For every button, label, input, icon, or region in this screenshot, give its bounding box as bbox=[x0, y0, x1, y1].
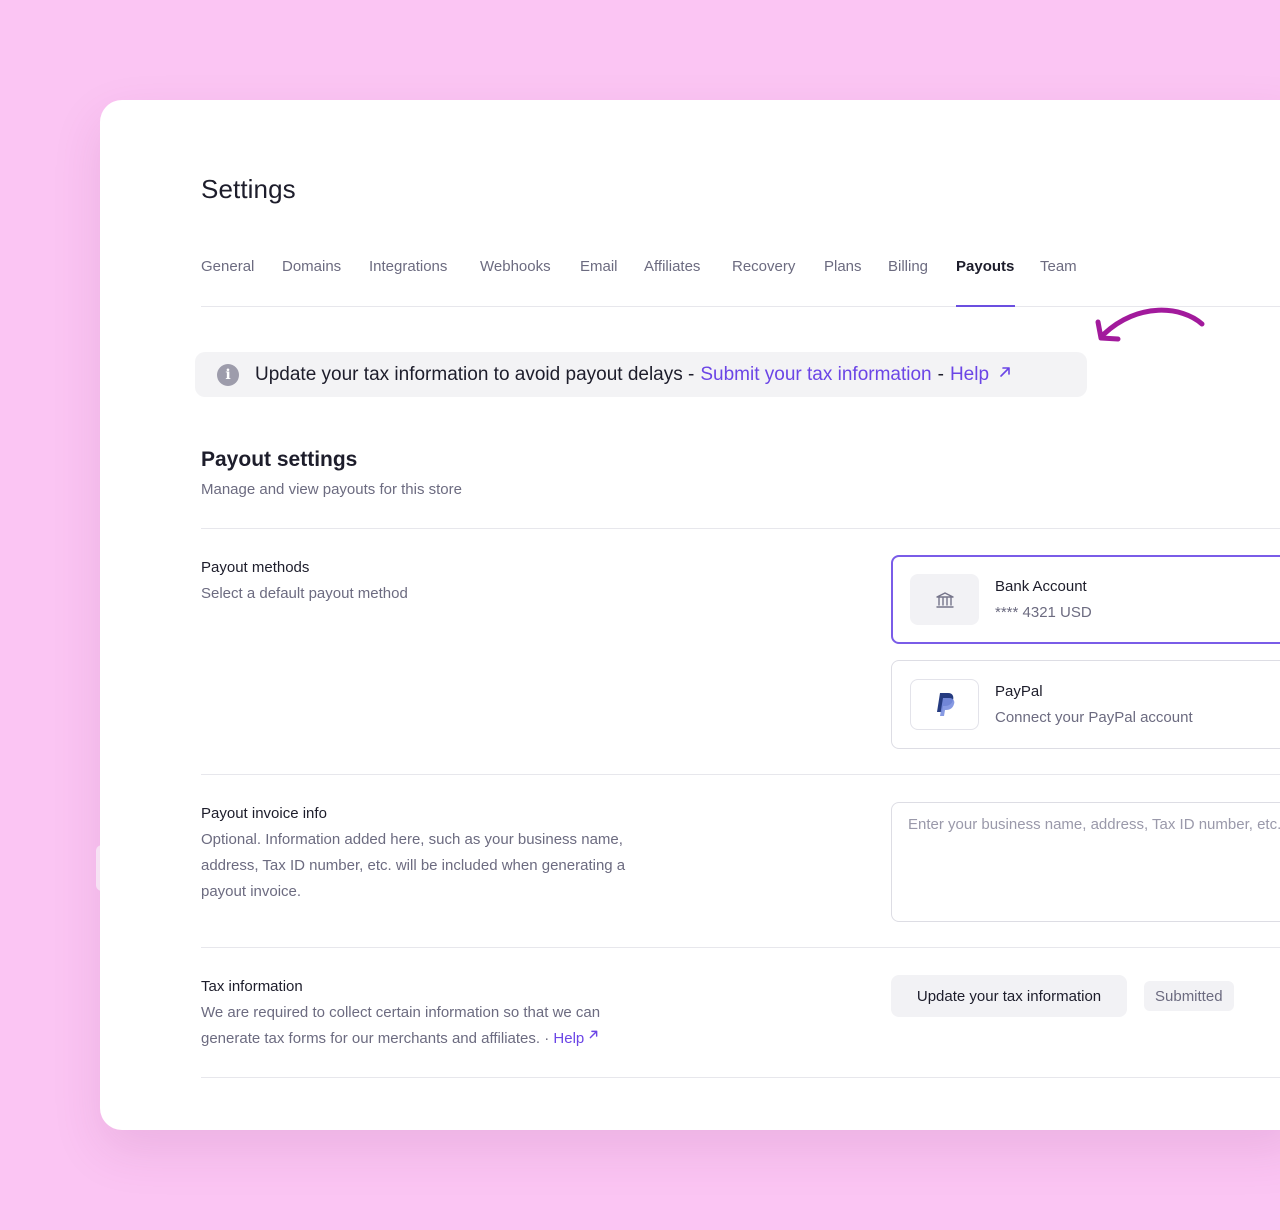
tax-info-description: We are required to collect certain infor… bbox=[201, 1000, 651, 1052]
settings-tabs: General Domains Integrations Webhooks Em… bbox=[201, 248, 1280, 307]
external-link-icon bbox=[1000, 366, 1011, 377]
divider bbox=[201, 1077, 1280, 1078]
tab-team[interactable]: Team bbox=[1040, 258, 1077, 275]
tax-notice-banner: i Update your tax information to avoid p… bbox=[195, 352, 1087, 397]
payout-methods-label: Payout methods bbox=[201, 559, 310, 576]
curved-arrow-icon bbox=[1095, 307, 1205, 342]
paypal-name: PayPal bbox=[995, 683, 1043, 700]
status-badge: Submitted bbox=[1144, 981, 1234, 1011]
tab-affiliates[interactable]: Affiliates bbox=[644, 258, 700, 275]
tab-integrations[interactable]: Integrations bbox=[369, 258, 447, 275]
tax-help-link[interactable]: Help bbox=[553, 1030, 599, 1047]
bank-icon bbox=[910, 574, 979, 625]
payout-settings-subtitle: Manage and view payouts for this store bbox=[201, 481, 462, 498]
tax-info-description-text: We are required to collect certain infor… bbox=[201, 1004, 601, 1047]
tab-plans[interactable]: Plans bbox=[824, 258, 862, 275]
tab-recovery[interactable]: Recovery bbox=[732, 258, 795, 275]
notice-help-link[interactable]: Help bbox=[950, 364, 1012, 386]
tab-domains[interactable]: Domains bbox=[282, 258, 341, 275]
update-tax-info-button[interactable]: Update your tax information bbox=[891, 975, 1127, 1017]
notice-text: Update your tax information to avoid pay… bbox=[255, 363, 695, 385]
tax-info-label: Tax information bbox=[201, 978, 303, 995]
divider bbox=[201, 528, 1280, 529]
stage: Settings General Domains Integrations We… bbox=[0, 0, 1280, 1230]
active-tab-indicator bbox=[956, 305, 1015, 307]
divider bbox=[201, 947, 1280, 948]
divider bbox=[201, 774, 1280, 775]
invoice-info-textarea[interactable]: Enter your business name, address, Tax I… bbox=[891, 802, 1280, 922]
payout-settings-title: Payout settings bbox=[201, 448, 358, 471]
tab-payouts[interactable]: Payouts bbox=[956, 258, 1014, 275]
invoice-info-label: Payout invoice info bbox=[201, 805, 327, 822]
paypal-icon bbox=[910, 679, 979, 730]
paypal-detail: Connect your PayPal account bbox=[995, 709, 1193, 726]
tab-webhooks[interactable]: Webhooks bbox=[480, 258, 551, 275]
notice-separator: - bbox=[937, 363, 944, 385]
bank-account-detail: **** 4321 USD bbox=[995, 604, 1092, 621]
payout-method-bank[interactable]: Bank Account **** 4321 USD bbox=[891, 555, 1280, 644]
payout-methods-description: Select a default payout method bbox=[201, 585, 408, 602]
settings-card: Settings General Domains Integrations We… bbox=[100, 100, 1280, 1130]
tab-billing[interactable]: Billing bbox=[888, 258, 928, 275]
invoice-info-description: Optional. Information added here, such a… bbox=[201, 831, 626, 900]
submit-tax-info-link[interactable]: Submit your tax information bbox=[700, 364, 931, 386]
tab-general[interactable]: General bbox=[201, 258, 254, 275]
external-link-icon bbox=[590, 1030, 598, 1039]
page-title: Settings bbox=[201, 174, 296, 204]
bank-account-name: Bank Account bbox=[995, 578, 1087, 595]
tab-email[interactable]: Email bbox=[580, 258, 618, 275]
notice-help-label: Help bbox=[949, 363, 990, 385]
info-icon: i bbox=[217, 363, 239, 386]
tax-help-label: Help bbox=[553, 1030, 585, 1047]
payout-method-paypal[interactable]: PayPal Connect your PayPal account bbox=[891, 660, 1280, 749]
